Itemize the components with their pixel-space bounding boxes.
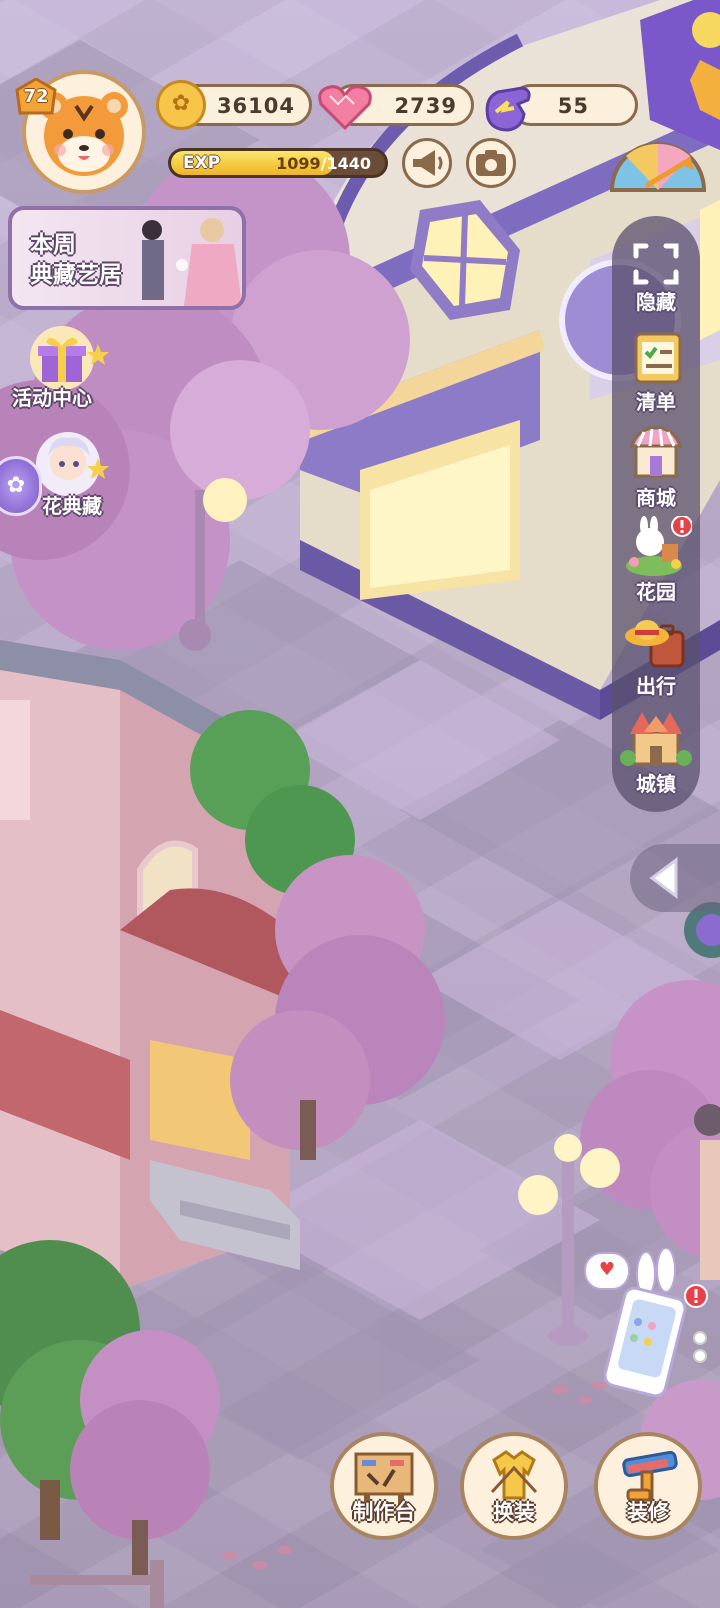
outfit-button[interactable]: 换装 <box>460 1432 568 1540</box>
wheel-icon <box>609 142 707 192</box>
workbench-button[interactable]: 制作台 <box>330 1432 438 1540</box>
flower-collection-label: 花典藏 <box>42 494 102 518</box>
side-menu-label-hide: 隐藏 <box>636 290 676 314</box>
decorate-button[interactable]: 装修 <box>594 1432 702 1540</box>
side-menu-label-checklist: 清单 <box>636 390 676 414</box>
side-menu-item-travel[interactable]: 出行 <box>612 610 700 702</box>
side-menu-item-checklist[interactable]: 清单 <box>612 328 700 416</box>
outfit-label: 换装 <box>493 1500 535 1524</box>
chat-bubble-icon: ♥ <box>584 1252 630 1290</box>
game-scene[interactable]: 72 36104 ✿ 2739 55 EXP 1099/1440 本周 典藏艺居… <box>0 0 720 1608</box>
side-menu-item-garden[interactable]: 花园 <box>612 515 700 608</box>
town-icon <box>620 712 692 766</box>
megaphone-icon <box>413 150 443 176</box>
level-text: 72 <box>23 86 49 107</box>
side-menu-item-town[interactable]: 城镇 <box>612 706 700 802</box>
exp-current: 1099 <box>276 154 321 173</box>
coin-value: 36104 <box>216 94 295 118</box>
announcement-button[interactable] <box>402 138 452 188</box>
side-menu-item-shop[interactable]: 商城 <box>612 422 700 514</box>
level-badge: 72 <box>14 77 58 118</box>
camera-button[interactable] <box>466 138 516 188</box>
heart-gem-icon <box>316 82 374 132</box>
energy-value: 55 <box>557 94 589 118</box>
side-menu-label-travel: 出行 <box>636 674 676 698</box>
exp-max: /1440 <box>320 154 371 173</box>
side-menu-label-garden: 花园 <box>636 580 676 604</box>
exp-bar: EXP 1099/1440 <box>168 148 388 178</box>
side-menu-label-town: 城镇 <box>636 772 676 796</box>
lucky-wheel-button[interactable] <box>606 126 710 198</box>
checklist-icon <box>634 332 682 384</box>
coin-icon: ✿ <box>156 80 206 130</box>
weekly-banner-text: 本周 典藏艺居 <box>30 232 122 288</box>
side-menu-item-hide[interactable]: 隐藏 <box>612 236 700 318</box>
activity-center-button[interactable]: 活动中心 <box>12 322 112 412</box>
hide-frame-icon <box>633 243 679 285</box>
shop-icon <box>629 426 683 478</box>
heart-value: 2739 <box>394 94 457 118</box>
decorate-label: 装修 <box>627 1500 669 1524</box>
side-menu-label-shop: 商城 <box>636 486 676 510</box>
activity-center-label: 活动中心 <box>12 386 92 410</box>
garden-icon <box>626 515 693 576</box>
glove-energy-icon <box>478 78 536 136</box>
side-menu-panel: 隐藏 清单 商城 花园 出行 城镇 <box>612 216 700 812</box>
camera-icon <box>476 150 506 176</box>
workbench-label: 制作台 <box>352 1500 416 1524</box>
chevron-left-icon <box>649 857 678 899</box>
weekly-collection-banner[interactable]: 本周 典藏艺居 <box>8 206 246 310</box>
flower-collection-button[interactable]: ✿ 花典藏 <box>0 428 112 524</box>
exp-label: EXP <box>183 153 221 173</box>
travel-icon <box>625 620 685 668</box>
collapse-side-menu-button[interactable] <box>630 844 720 912</box>
bunny-bubble-icon[interactable]: ✿ <box>0 456 42 516</box>
